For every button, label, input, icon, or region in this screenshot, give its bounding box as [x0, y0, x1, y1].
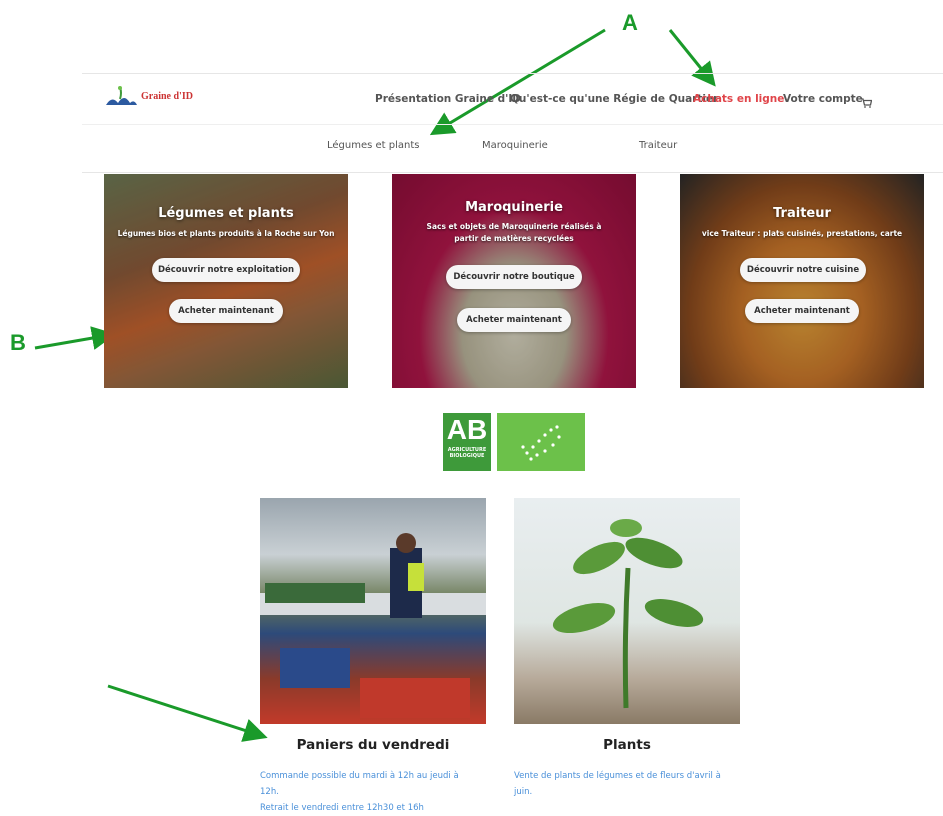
card-maroquinerie: Maroquinerie Sacs et objets de Maroquine… [392, 174, 636, 388]
discover-exploitation-button[interactable]: Découvrir notre exploitation [152, 258, 300, 282]
plants-photo[interactable] [514, 498, 740, 724]
buy-now-button[interactable]: Acheter maintenant [457, 308, 571, 332]
paniers-title[interactable]: Paniers du vendredi [260, 737, 486, 753]
buy-now-button[interactable]: Acheter maintenant [169, 299, 283, 323]
annotation-b: B [10, 330, 26, 355]
cart-icon[interactable] [861, 93, 873, 108]
card-title: Légumes et plants [158, 206, 294, 221]
header-top-divider [82, 73, 943, 74]
header-bottom-divider [82, 172, 943, 173]
arrow-a-right [668, 29, 716, 87]
ab-logo-line2: BIOLOGIQUE [449, 453, 485, 459]
ab-logo-letters: AB [446, 414, 488, 445]
nav-votre-compte[interactable]: Votre compte [783, 93, 863, 105]
plants-title[interactable]: Plants [514, 737, 740, 753]
arrow-b [34, 326, 116, 350]
eu-organic-leaf-icon [497, 413, 585, 471]
plants-description: Vente de plants de légumes et de fleurs … [514, 768, 740, 800]
nav-regie-quartier[interactable]: Qu'est-ce qu'une Régie de Quartier [510, 93, 718, 105]
logo-brand-text: Graine d'ID [141, 90, 193, 102]
site-logo[interactable]: Graine d'ID [104, 84, 196, 108]
logo-mark-icon [104, 85, 138, 107]
paniers-line3: Retrait le vendredi entre 12h30 et 16h [260, 803, 424, 813]
plants-line2: juin. [514, 787, 533, 797]
subnav-traiteur[interactable]: Traiteur [639, 140, 677, 151]
paniers-line2: 12h. [260, 787, 279, 797]
card-subtitle-line2: partir de matières recyclées [454, 234, 574, 243]
paniers-photo[interactable] [260, 498, 486, 724]
card-traiteur: Traiteur vice Traiteur : plats cuisinés,… [680, 174, 924, 388]
paniers-description: Commande possible du mardi à 12h au jeud… [260, 768, 486, 816]
subnav-maroquinerie[interactable]: Maroquinerie [482, 140, 548, 151]
ab-organic-logo: AB AGRICULTURE BIOLOGIQUE [443, 413, 491, 471]
paniers-line1: Commande possible du mardi à 12h au jeud… [260, 771, 459, 781]
card-title: Maroquinerie [465, 200, 563, 215]
annotation-a: A [622, 10, 638, 35]
buy-now-button[interactable]: Acheter maintenant [745, 299, 859, 323]
subnav-legumes-plants[interactable]: Légumes et plants [327, 140, 420, 151]
header-mid-divider [82, 124, 943, 125]
card-title: Traiteur [773, 206, 831, 221]
nav-achats-en-ligne[interactable]: Achats en ligne [693, 93, 784, 105]
arrow-a-left [429, 28, 606, 136]
discover-boutique-button[interactable]: Découvrir notre boutique [446, 265, 582, 289]
card-subtitle: vice Traiteur : plats cuisinés, prestati… [701, 229, 903, 238]
nav-presentation[interactable]: Présentation Graine d'ID [375, 93, 521, 105]
card-subtitle: Légumes bios et plants produits à la Roc… [117, 229, 335, 238]
plants-line1: Vente de plants de légumes et de fleurs … [514, 771, 721, 781]
discover-cuisine-button[interactable]: Découvrir notre cuisine [740, 258, 866, 282]
card-legumes-plants: Légumes et plants Légumes bios et plants… [104, 174, 348, 388]
card-subtitle-line1: Sacs et objets de Maroquinerie réalisés … [426, 222, 602, 231]
arrow-c [107, 684, 268, 742]
